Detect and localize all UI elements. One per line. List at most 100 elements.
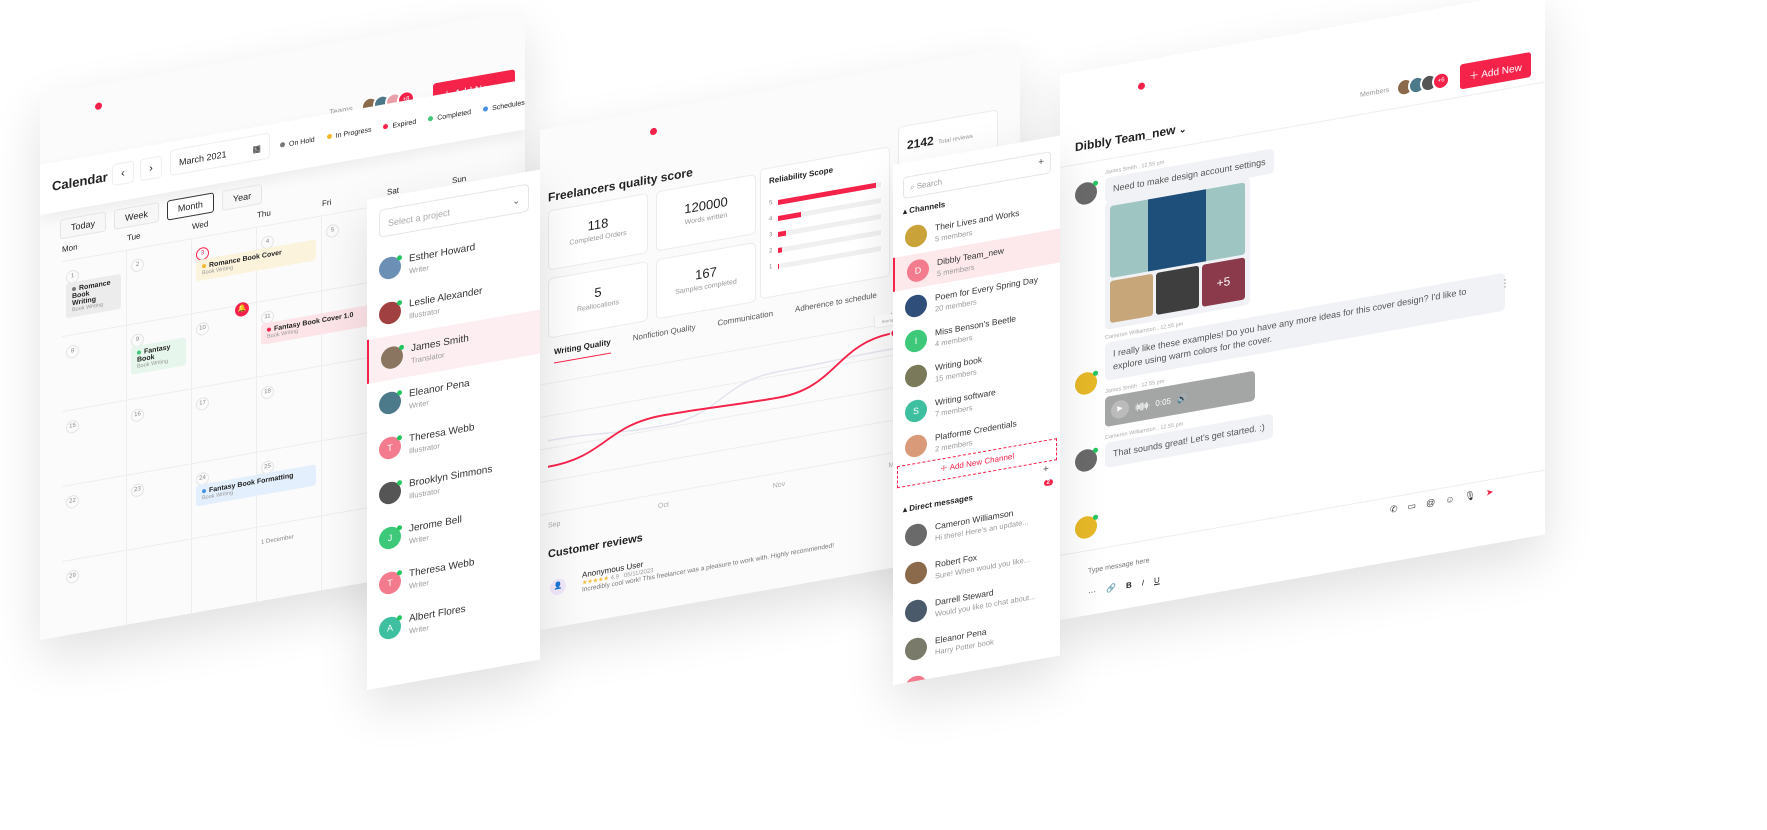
stat-card: 118 Completed Orders xyxy=(548,192,648,271)
calendar-day[interactable]: 29 xyxy=(62,550,127,638)
day-number: 5 xyxy=(326,223,339,239)
avatar xyxy=(1075,180,1098,207)
message-input[interactable] xyxy=(1088,523,1338,576)
phone-icon[interactable]: ✆ xyxy=(1390,503,1398,515)
image-thumbnail[interactable] xyxy=(1156,265,1199,316)
avatar: J xyxy=(379,524,402,551)
play-icon[interactable]: ▶ xyxy=(1111,398,1129,421)
x-tick-label: Oct xyxy=(658,501,669,510)
calendar-day[interactable] xyxy=(192,527,257,615)
emoji-icon[interactable]: ☺ xyxy=(1445,493,1454,506)
online-indicator xyxy=(397,434,402,441)
chat-panel: Dibbly Team_new ⌄ Members +6 ＋ Add New J… xyxy=(1060,0,1545,620)
channel-avatar: I xyxy=(905,328,927,354)
view-tab-year[interactable]: Year xyxy=(221,183,263,211)
day-number: 23 xyxy=(131,482,144,498)
quality-tab[interactable]: Communication xyxy=(717,309,773,335)
calendar-day[interactable]: 9 Fantasy Book Book Writing xyxy=(127,314,192,401)
avatar xyxy=(1075,370,1098,397)
project-list-panel: Select a project ⌄ Esther Howard Writer Les… xyxy=(367,169,540,691)
date-field[interactable]: March 2021 ▦ xyxy=(170,132,270,177)
calendar-day[interactable]: 3 Romance Book Cover Book Writing xyxy=(192,227,316,315)
avatar xyxy=(905,598,927,624)
quality-tab[interactable]: Writing Quality xyxy=(554,337,611,364)
calendar-day[interactable]: 1 December xyxy=(257,516,322,603)
search-input[interactable]: ⌕ Search + xyxy=(903,151,1051,200)
add-dm-icon[interactable]: + xyxy=(1043,464,1049,476)
indicator-dot xyxy=(95,102,102,111)
calendar-day[interactable]: 22 xyxy=(62,475,127,563)
divider xyxy=(1060,81,1545,168)
image-thumbnail[interactable] xyxy=(1110,273,1153,324)
more-icon[interactable]: ··· xyxy=(1088,587,1096,597)
channel-avatar xyxy=(905,223,927,249)
indicator-dot xyxy=(1138,82,1145,91)
bold-icon[interactable]: B xyxy=(1126,580,1132,590)
mic-icon[interactable]: 🎙 xyxy=(1464,490,1475,503)
day-number: 29 xyxy=(66,569,79,585)
members: Members +6 xyxy=(1360,70,1451,104)
video-icon[interactable]: ▭ xyxy=(1408,500,1417,513)
search-icon: ⌕ xyxy=(910,182,915,193)
mention-icon[interactable]: @ xyxy=(1426,497,1435,510)
link-icon[interactable]: 🔗 xyxy=(1106,583,1116,594)
calendar-day[interactable]: 8 xyxy=(62,325,127,413)
calendar-day[interactable]: 24 Fantasy Book Formatting Book Writing xyxy=(192,452,316,540)
add-new-button[interactable]: ＋ Add New xyxy=(1460,51,1531,90)
user-icon: 👤 xyxy=(550,576,566,596)
day-number: 10 xyxy=(196,321,209,337)
calendar-day[interactable]: 23 xyxy=(127,464,192,551)
status-legend: On Hold In Progress Expired Completed Schedu… xyxy=(280,97,525,149)
page-title: Calendar xyxy=(52,169,108,194)
channels-panel: ⌕ Search + ▴ Channels Their Lives and Wor… xyxy=(893,135,1060,685)
status-dot xyxy=(280,141,285,148)
stat-card: 167 Samples completed xyxy=(656,241,756,320)
add-icon[interactable]: + xyxy=(1038,156,1044,168)
online-indicator xyxy=(397,614,402,621)
prev-month-button[interactable]: ‹ xyxy=(112,160,134,187)
view-tab-month[interactable]: Month xyxy=(166,192,214,221)
calendar-day[interactable] xyxy=(127,539,192,626)
reliability-card: Reliability Scope 54321 xyxy=(760,146,890,300)
calendar-day[interactable]: 11 Fantasy Book Cover 1.0 Book Writing xyxy=(257,291,381,378)
indicator-dot xyxy=(650,127,657,136)
calendar-day[interactable]: 17 xyxy=(192,377,257,465)
legend-item: In Progress xyxy=(326,127,371,142)
channel-avatar: S xyxy=(905,398,927,424)
avatar xyxy=(1075,514,1098,541)
more-members-badge[interactable]: +6 xyxy=(1432,70,1451,92)
voice-message: ▶ ı|ıı|||ıı|ı· 0:05 🔊 xyxy=(1105,370,1255,428)
day-number: 8 xyxy=(66,344,79,360)
calendar-day[interactable]: 1 Romance Book Writing Book Writing xyxy=(62,250,127,338)
underline-icon[interactable]: U xyxy=(1154,575,1160,585)
view-tab-today[interactable]: Today xyxy=(60,211,107,240)
view-tab-week[interactable]: Week xyxy=(114,202,159,230)
quality-tab[interactable]: Adherence to schedule xyxy=(795,291,877,321)
calendar-day[interactable]: 18 xyxy=(257,366,322,453)
reviews-title: Customer reviews xyxy=(548,531,643,561)
channel-title-dropdown[interactable]: Dibbly Team_new ⌄ xyxy=(1075,121,1186,155)
next-month-button[interactable]: › xyxy=(140,155,162,182)
quality-tab[interactable]: Nonfiction Quality xyxy=(633,323,696,350)
legend-item: Expired xyxy=(383,119,416,132)
italic-icon[interactable]: I xyxy=(1142,578,1144,587)
calendar-day[interactable]: 15 xyxy=(62,400,127,488)
channel-avatar xyxy=(905,433,927,459)
send-icon[interactable]: ➤ xyxy=(1486,487,1494,499)
stat-card: 5 Reallocations xyxy=(548,260,648,339)
more-options-icon[interactable]: ⋮ xyxy=(1500,278,1510,291)
avatar xyxy=(381,344,404,371)
channel-avatar: D xyxy=(907,257,929,284)
image-gallery[interactable]: +5 xyxy=(1105,176,1250,331)
legend-item: Schedules xyxy=(483,100,525,114)
reliability-bar xyxy=(778,230,786,237)
calendar-day[interactable]: 16 xyxy=(127,389,192,476)
calendar-day[interactable]: 2 xyxy=(127,239,192,326)
legend-item: Completed xyxy=(428,109,471,124)
volume-icon[interactable]: 🔊 xyxy=(1177,393,1187,404)
legend-item: On Hold xyxy=(280,137,315,150)
more-images[interactable]: +5 xyxy=(1202,257,1245,307)
avatar: A xyxy=(379,614,402,641)
avatar xyxy=(905,674,927,685)
calendar-day[interactable]: 10 xyxy=(192,302,257,390)
